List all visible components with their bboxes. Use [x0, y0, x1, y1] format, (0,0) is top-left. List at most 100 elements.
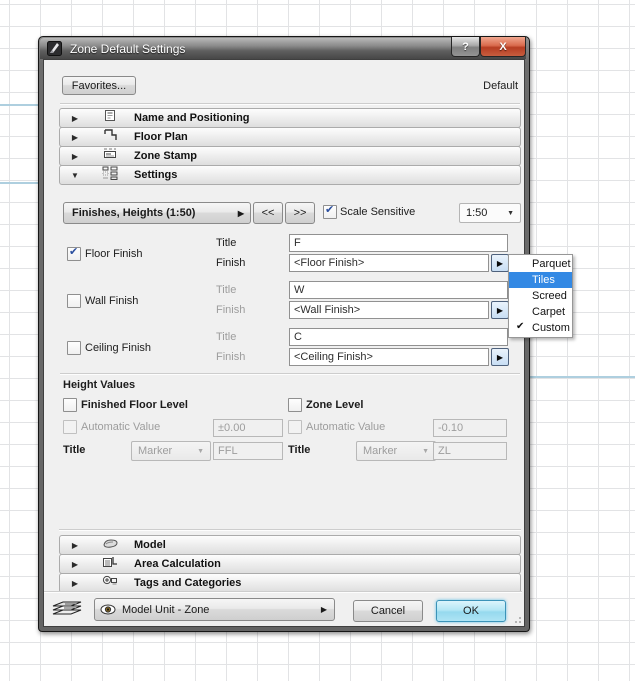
flyout-arrow-icon: ▶	[320, 605, 327, 614]
help-button[interactable]: ?	[451, 37, 480, 57]
favorites-label: Favorites...	[71, 79, 127, 92]
zone-level-checkbox[interactable]	[288, 398, 302, 412]
menu-item-label: Tiles	[532, 274, 555, 286]
section-label: Floor Plan	[134, 131, 188, 143]
chevron-right-icon: ▶	[71, 559, 79, 569]
marker-value: Marker	[363, 445, 398, 457]
ceiling-finish-checkbox[interactable]	[67, 341, 81, 355]
section-label: Tags and Categories	[134, 577, 242, 589]
section-name-and-positioning[interactable]: ▶ Name and Positioning	[59, 108, 521, 128]
help-glyph: ?	[462, 40, 469, 53]
area-calculation-icon	[90, 555, 130, 573]
ffl-title-field[interactable]: FFL	[213, 442, 283, 460]
floor-finish-checkbox[interactable]	[67, 245, 81, 261]
chevron-right-icon: ▶	[71, 578, 79, 588]
next-scheme-button[interactable]: >>	[285, 202, 315, 224]
section-area-calculation[interactable]: ▶ Area Calculation	[59, 554, 521, 574]
scale-value: 1:50	[466, 207, 488, 219]
chevron-right-icon: ▶	[71, 151, 79, 161]
section-tags-and-categories[interactable]: ▶ Tags and Categories	[59, 573, 521, 593]
section-label: Area Calculation	[134, 558, 221, 570]
floor-finish-label: Floor Finish	[85, 248, 143, 260]
menu-item-custom[interactable]: ✔ Custom	[509, 320, 572, 336]
favorites-button[interactable]: Favorites...	[62, 76, 136, 95]
menu-item-screed[interactable]: Screed	[509, 288, 572, 304]
wall-finish-flyout-button[interactable]: ▶	[491, 301, 509, 319]
section-label: Zone Stamp	[134, 150, 197, 162]
ceiling-finish-flyout-button[interactable]: ▶	[491, 348, 509, 366]
separator	[44, 591, 522, 593]
floor-finish-flyout-button[interactable]: ▶	[491, 254, 509, 272]
previous-scheme-button[interactable]: <<	[253, 202, 283, 224]
eye-icon	[100, 604, 116, 615]
dropdown-arrow-icon: ▼	[507, 209, 514, 217]
zl-automatic-value-checkbox[interactable]	[288, 420, 302, 434]
title-label: Title	[216, 284, 237, 296]
menu-item-carpet[interactable]: Carpet	[509, 304, 572, 320]
prev-label: <<	[261, 207, 275, 219]
menu-item-parquet[interactable]: Parquet	[509, 256, 572, 272]
archicad-app-icon	[47, 41, 62, 56]
ceiling-title-field[interactable]: C	[289, 328, 508, 346]
menu-item-tiles[interactable]: Tiles	[509, 272, 572, 288]
section-zone-stamp[interactable]: ▶ Zone Stamp	[59, 146, 521, 166]
floor-plan-icon	[90, 128, 130, 146]
cancel-label: Cancel	[370, 605, 406, 617]
section-label: Settings	[134, 169, 178, 181]
scale-sensitive-checkbox[interactable]	[323, 203, 337, 219]
finished-floor-level-checkbox[interactable]	[63, 398, 77, 412]
wall-finish-checkbox[interactable]	[67, 294, 81, 308]
scale-select[interactable]: 1:50 ▼	[459, 203, 521, 223]
layers-icon	[50, 598, 86, 624]
chevron-down-icon: ▼	[71, 170, 79, 180]
zl-marker-select[interactable]: Marker ▼	[356, 441, 436, 461]
height-values-heading: Height Values	[63, 379, 136, 391]
ffl-automatic-value-checkbox[interactable]	[63, 420, 77, 434]
model-unit-zone-dropdown[interactable]: Model Unit - Zone ▶	[94, 598, 335, 621]
automatic-value-label: Automatic Value	[81, 421, 161, 433]
dropdown-arrow-icon: ▼	[422, 447, 429, 455]
chevron-right-icon: ▶	[71, 113, 79, 123]
separator	[59, 529, 521, 531]
menu-item-label: Custom	[532, 322, 570, 334]
ok-button[interactable]: OK	[436, 600, 506, 622]
menu-item-label: Parquet	[532, 258, 571, 270]
wall-finish-label: Wall Finish	[85, 295, 139, 307]
close-button[interactable]: X	[480, 37, 526, 57]
section-model[interactable]: ▶ Model	[59, 535, 521, 555]
section-label: Model	[134, 539, 166, 551]
separator	[60, 373, 520, 375]
finish-label: Finish	[216, 351, 246, 363]
separator	[60, 103, 520, 105]
floor-title-field[interactable]: F	[289, 234, 508, 252]
ceiling-finish-field[interactable]: <Ceiling Finish>	[289, 348, 489, 366]
section-floor-plan[interactable]: ▶ Floor Plan	[59, 127, 521, 147]
section-label: Name and Positioning	[134, 112, 250, 124]
finish-label: Finish	[216, 257, 246, 269]
title-label: Title	[216, 331, 237, 343]
wall-finish-field[interactable]: <Wall Finish>	[289, 301, 489, 319]
chevron-right-icon: ▶	[71, 540, 79, 550]
ffl-value-field[interactable]: ±0.00	[213, 419, 283, 437]
chevron-right-icon: ▶	[71, 132, 79, 142]
cancel-button[interactable]: Cancel	[353, 600, 423, 622]
settings-list-icon	[90, 166, 130, 185]
zl-title-field[interactable]: ZL	[433, 442, 507, 460]
automatic-value-label: Automatic Value	[306, 421, 386, 433]
next-label: >>	[293, 207, 307, 219]
flyout-arrow-icon: ▶	[496, 352, 504, 362]
grid-accent-line	[0, 182, 38, 184]
section-settings[interactable]: ▼ Settings	[59, 165, 521, 185]
resize-grip[interactable]	[513, 615, 521, 623]
drawing-canvas[interactable]: Zone Default Settings ? X Favorites... D…	[0, 0, 635, 681]
flyout-arrow-icon: ▶	[496, 305, 504, 315]
wall-title-field[interactable]: W	[289, 281, 508, 299]
finish-scheme-dropdown[interactable]: Finishes, Heights (1:50) ▶	[63, 202, 251, 224]
floor-finish-field[interactable]: <Floor Finish>	[289, 254, 489, 272]
dialog-client-area: Favorites... Default ▶ Name and Position…	[43, 59, 525, 627]
tags-categories-icon	[90, 574, 130, 592]
ok-label: OK	[463, 605, 479, 617]
flyout-arrow-icon: ▶	[237, 208, 244, 218]
zl-value-field[interactable]: -0.10	[433, 419, 507, 437]
ffl-marker-select[interactable]: Marker ▼	[131, 441, 211, 461]
